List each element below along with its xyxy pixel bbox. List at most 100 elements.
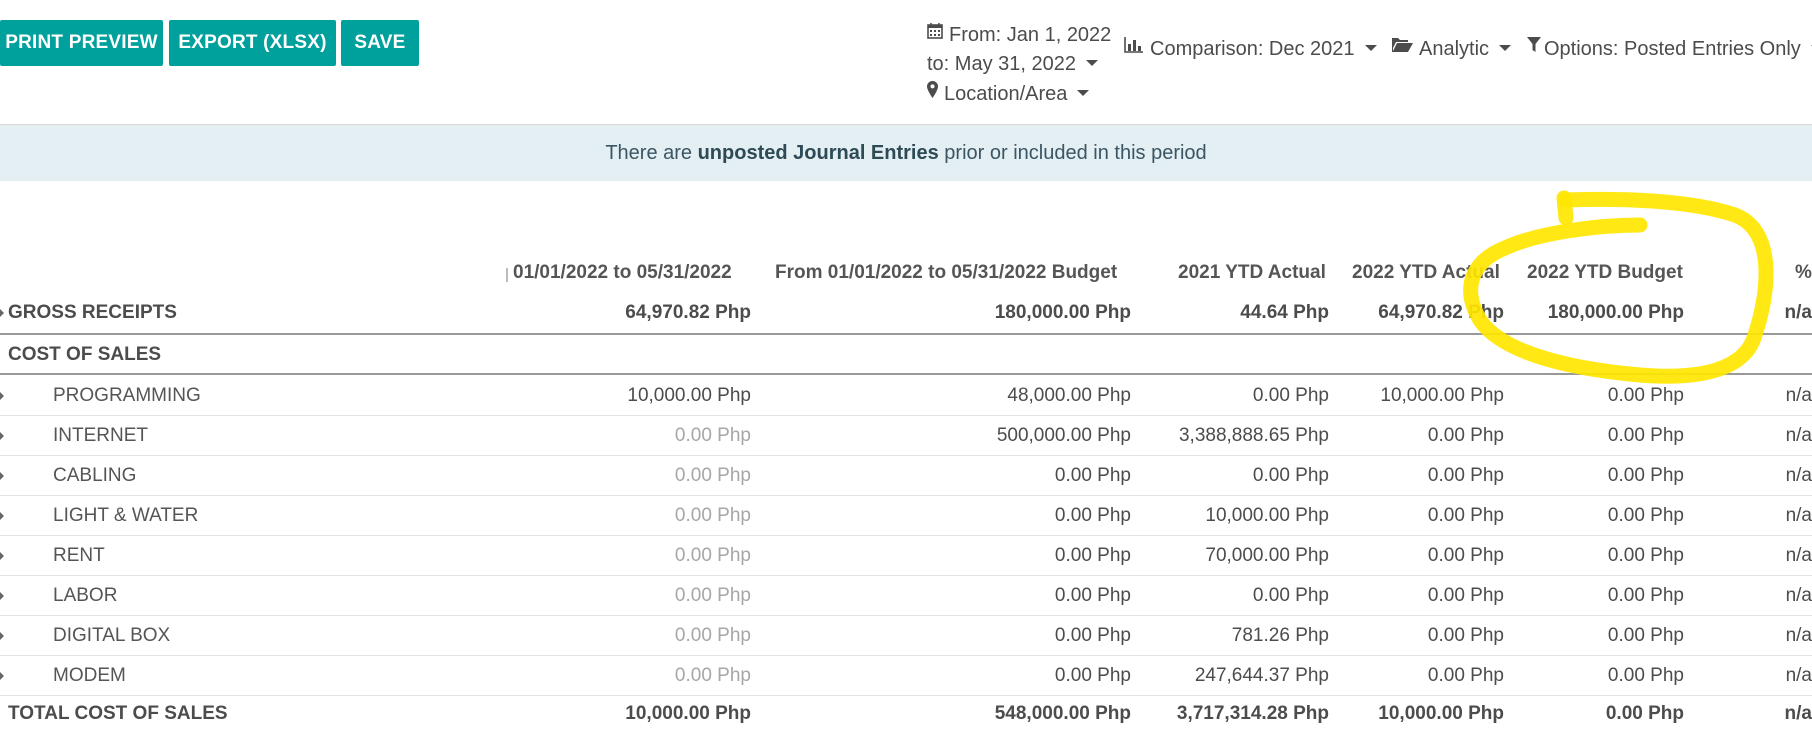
row-value: 0.00 Php xyxy=(1252,465,1329,486)
cost-of-sales-section-row: COST OF SALES xyxy=(0,335,1812,373)
export-xlsx-button[interactable]: EXPORT (XLSX) xyxy=(169,20,336,66)
row-value: 0.00 Php xyxy=(1054,465,1131,486)
row-value: 0.00 Php xyxy=(1607,545,1684,566)
caret-right-icon xyxy=(0,592,4,600)
row-value: 70,000.00 Php xyxy=(1205,545,1329,566)
row-value: 0.00 Php xyxy=(1607,385,1684,406)
comparison-filter-dropdown[interactable]: Comparison: Dec 2021 xyxy=(1124,36,1377,61)
row-value: n/a xyxy=(1785,545,1812,566)
chevron-down-icon xyxy=(1364,44,1377,51)
row-value: 0.00 Php xyxy=(1607,585,1684,606)
date-filter-dropdown[interactable]: From: Jan 1, 2022 xyxy=(927,23,1112,47)
analytic-filter-dropdown[interactable]: Analytic xyxy=(1392,36,1512,61)
table-row[interactable]: INTERNET 0.00 Php 500,000.00 Php 3,388,888.… xyxy=(0,416,1812,456)
caret-right-icon xyxy=(0,432,4,440)
table-row[interactable]: MODEM 0.00 Php 0.00 Php 247,644.37 Php 0.00 … xyxy=(0,656,1812,696)
section-label: COST OF SALES xyxy=(8,344,162,365)
row-value: 0.00 Php xyxy=(1427,505,1504,526)
row-value: 0.00 Php xyxy=(1054,585,1131,606)
chevron-down-icon xyxy=(1085,59,1098,66)
column-resize-handle[interactable] xyxy=(506,268,508,282)
control-panel: PRINT PREVIEW EXPORT (XLSX) SAVE From: J… xyxy=(0,0,1812,125)
table-row[interactable]: PROGRAMMING 10,000.00 Php 48,000.00 Php 0.0… xyxy=(0,376,1812,416)
row-value: n/a xyxy=(1784,703,1812,724)
row-value: n/a xyxy=(1784,302,1812,323)
column-header-2021-ytd-actual[interactable]: 2021 YTD Actual xyxy=(1178,262,1326,284)
row-value: n/a xyxy=(1785,585,1812,606)
row-label: MODEM xyxy=(53,665,126,686)
row-value: 0.00 Php xyxy=(1427,425,1504,446)
date-to-label: to: May 31, 2022 xyxy=(927,53,1076,75)
row-value: 0.00 Php xyxy=(1607,505,1684,526)
row-value: n/a xyxy=(1785,425,1812,446)
row-value: 0.00 Php xyxy=(1607,665,1684,686)
caret-right-icon xyxy=(0,552,4,560)
total-cost-of-sales-row: TOTAL COST OF SALES 10,000.00 Php 548,00… xyxy=(0,692,1812,729)
row-value[interactable]: 0.00 Php xyxy=(675,625,751,647)
table-row[interactable]: RENT 0.00 Php 0.00 Php 70,000.00 Php 0.00 Ph… xyxy=(0,536,1812,576)
print-preview-button[interactable]: PRINT PREVIEW xyxy=(0,20,163,66)
row-value: 0.00 Php xyxy=(1054,505,1131,526)
comparison-label: Comparison: Dec 2021 xyxy=(1150,38,1355,60)
caret-right-icon xyxy=(0,472,4,480)
section-divider xyxy=(0,373,1812,375)
location-filter-dropdown[interactable]: Location/Area xyxy=(927,81,1090,106)
row-value: 548,000.00 Php xyxy=(994,703,1131,724)
row-value: 48,000.00 Php xyxy=(1007,385,1131,406)
column-header-period[interactable]: 01/01/2022 to 05/31/2022 xyxy=(513,262,732,284)
analytic-label: Analytic xyxy=(1419,38,1490,60)
location-label: Location/Area xyxy=(944,83,1068,105)
table-row[interactable]: LIGHT & WATER 0.00 Php 0.00 Php 10,000.00 P… xyxy=(0,496,1812,536)
row-value[interactable]: 0.00 Php xyxy=(675,665,751,687)
row-value[interactable]: 0.00 Php xyxy=(675,545,751,567)
chevron-down-icon xyxy=(1077,89,1090,96)
column-header-percent[interactable]: % xyxy=(1795,262,1812,284)
alert-text-suffix: prior or included in this period xyxy=(938,142,1207,164)
column-header-2022-ytd-actual[interactable]: 2022 YTD Actual xyxy=(1352,262,1500,284)
table-row[interactable]: DIGITAL BOX 0.00 Php 0.00 Php 781.26 Php 0.0… xyxy=(0,616,1812,656)
gross-receipts-row[interactable]: GROSS RECEIPTS 64,970.82 Php 180,000.00 … xyxy=(0,293,1812,333)
row-value: 10,000.00 Php xyxy=(1378,703,1504,724)
row-value: 0.00 Php xyxy=(1427,465,1504,486)
row-value: n/a xyxy=(1785,625,1812,646)
row-label: CABLING xyxy=(53,465,137,486)
row-value[interactable]: 0.00 Php xyxy=(675,505,751,527)
row-value[interactable]: 10,000.00 Php xyxy=(627,385,751,407)
row-value: 180,000.00 Php xyxy=(994,302,1131,323)
row-label: DIGITAL BOX xyxy=(53,625,171,646)
column-header-period-budget[interactable]: From 01/01/2022 to 05/31/2022 Budget xyxy=(775,262,1117,284)
row-value: 0.00 Php xyxy=(1607,425,1684,446)
row-value: 0.00 Php xyxy=(1252,585,1329,606)
options-filter-dropdown[interactable]: Options: Posted Entries Only xyxy=(1527,36,1812,61)
row-value: 44.64 Php xyxy=(1240,302,1329,323)
table-row[interactable]: CABLING 0.00 Php 0.00 Php 0.00 Php 0.00 Php 0… xyxy=(0,456,1812,496)
row-value: 0.00 Php xyxy=(1054,545,1131,566)
bar-chart-icon xyxy=(1124,36,1144,59)
folder-open-icon xyxy=(1392,36,1413,59)
row-value[interactable]: 0.00 Php xyxy=(675,465,751,487)
row-value: 64,970.82 Php xyxy=(625,302,751,323)
filter-icon xyxy=(1527,36,1541,59)
row-label: GROSS RECEIPTS xyxy=(8,302,177,323)
row-value: 0.00 Php xyxy=(1607,625,1684,646)
caret-right-icon xyxy=(0,512,4,520)
caret-right-icon xyxy=(0,632,4,640)
row-label: LIGHT & WATER xyxy=(53,505,199,526)
row-value: 180,000.00 Php xyxy=(1547,302,1684,323)
alert-text-emphasis: unposted Journal Entries xyxy=(697,142,939,164)
unposted-entries-alert: There are unposted Journal Entries prior… xyxy=(0,125,1812,181)
row-value: 3,388,888.65 Php xyxy=(1178,425,1329,446)
caret-right-icon xyxy=(0,672,4,680)
save-button[interactable]: SAVE xyxy=(341,20,419,66)
column-header-2022-ytd-budget[interactable]: 2022 YTD Budget xyxy=(1527,262,1683,284)
row-label: LABOR xyxy=(53,585,118,606)
row-value: 0.00 Php xyxy=(1252,385,1329,406)
options-label: Options: Posted Entries Only xyxy=(1544,38,1801,60)
row-value: 10,000.00 Php xyxy=(1205,505,1329,526)
date-to-filter[interactable]: to: May 31, 2022 xyxy=(927,53,1098,76)
date-from-label: From: Jan 1, 2022 xyxy=(949,24,1112,46)
row-value[interactable]: 0.00 Php xyxy=(675,585,751,607)
row-value[interactable]: 0.00 Php xyxy=(675,425,751,447)
table-row[interactable]: LABOR 0.00 Php 0.00 Php 0.00 Php 0.00 Php 0.0… xyxy=(0,576,1812,616)
row-value: 0.00 Php xyxy=(1427,665,1504,686)
